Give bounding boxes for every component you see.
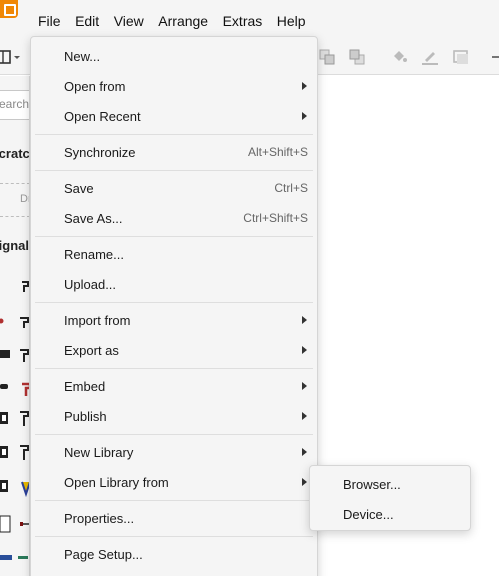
shape-thumbnail[interactable] bbox=[0, 410, 29, 428]
menu-separator bbox=[35, 170, 313, 171]
menu-item-label: Properties... bbox=[64, 510, 135, 526]
menu-item-rename[interactable]: Rename... bbox=[31, 239, 317, 269]
shape-thumbnail[interactable] bbox=[0, 316, 29, 330]
menu-edit[interactable]: Edit bbox=[75, 12, 99, 30]
menu-item-label: New Library bbox=[64, 444, 134, 460]
shadow-icon[interactable] bbox=[452, 48, 470, 66]
menu-item-label: Publish bbox=[64, 408, 107, 424]
menu-file[interactable]: File bbox=[38, 12, 61, 30]
menu-item-label: Rename... bbox=[64, 246, 124, 262]
search-box bbox=[0, 90, 29, 120]
menu-item-export-as[interactable]: Export as bbox=[31, 335, 317, 365]
menubar: File Edit View Arrange Extras Help bbox=[38, 12, 320, 30]
submenu-arrow-icon bbox=[302, 112, 307, 120]
view-panels-icon[interactable] bbox=[0, 48, 12, 66]
menu-item-label: New... bbox=[64, 48, 101, 64]
menu-item-label: Synchronize bbox=[64, 144, 136, 160]
shape-thumbnail[interactable] bbox=[0, 514, 29, 534]
submenu-arrow-icon bbox=[302, 346, 307, 354]
menu-separator bbox=[35, 536, 313, 537]
menu-item-properties[interactable]: Properties... bbox=[31, 503, 317, 533]
submenu-item-label: Device... bbox=[343, 506, 394, 522]
menu-item-save-as[interactable]: Save As... Ctrl+Shift+S bbox=[31, 203, 317, 233]
shape-thumbnail[interactable] bbox=[0, 380, 29, 396]
submenu-arrow-icon bbox=[302, 316, 307, 324]
shape-thumbnail[interactable] bbox=[0, 478, 29, 498]
to-front-icon[interactable] bbox=[318, 48, 336, 66]
menu-item-open-recent[interactable]: Open Recent bbox=[31, 101, 317, 131]
menu-item-shortcut: Alt+Shift+S bbox=[247, 145, 308, 159]
file-menu: New... Open from Open Recent Synchronize Alt… bbox=[30, 36, 318, 576]
menu-item-open-library-from[interactable]: Open Library from bbox=[31, 467, 317, 497]
menu-separator bbox=[35, 434, 313, 435]
submenu-item-browser[interactable]: Browser... bbox=[310, 469, 470, 499]
menu-item-label: Save bbox=[64, 180, 94, 196]
menu-arrange[interactable]: Arrange bbox=[158, 12, 208, 30]
scratchpad-drop-area[interactable]: Drag elements here bbox=[0, 183, 29, 217]
shape-sidebar: Scratchpad Drag elements here Signaling bbox=[0, 76, 30, 576]
menu-item-label: Upload... bbox=[64, 276, 117, 292]
menu-item-label: Embed bbox=[64, 378, 106, 394]
menu-item-shortcut: Ctrl+Shift+S bbox=[243, 211, 308, 225]
menu-item-embed[interactable]: Embed bbox=[31, 371, 317, 401]
menu-item-label: Open Library from bbox=[64, 474, 169, 490]
menu-separator bbox=[35, 134, 313, 135]
menu-view[interactable]: View bbox=[114, 12, 144, 30]
open-library-from-submenu: Browser... Device... bbox=[309, 465, 471, 531]
menu-separator bbox=[35, 500, 313, 501]
menu-item-upload[interactable]: Upload... bbox=[31, 269, 317, 299]
menu-extras[interactable]: Extras bbox=[223, 12, 263, 30]
drag-hint: Drag elements here bbox=[20, 193, 29, 205]
menu-item-new[interactable]: New... bbox=[31, 41, 317, 71]
submenu-item-device[interactable]: Device... bbox=[310, 499, 470, 529]
menu-item-import-from[interactable]: Import from bbox=[31, 305, 317, 335]
add-icon[interactable] bbox=[488, 48, 499, 66]
menu-item-label: Save As... bbox=[64, 210, 123, 226]
menu-item-page-setup[interactable]: Page Setup... bbox=[31, 539, 317, 569]
menu-item-label: Open Recent bbox=[64, 108, 141, 124]
drawio-logo-icon bbox=[0, 0, 18, 18]
menu-separator bbox=[35, 236, 313, 237]
scratchpad-label[interactable]: Scratchpad bbox=[0, 146, 29, 161]
to-back-icon[interactable] bbox=[348, 48, 366, 66]
shape-thumbnail[interactable] bbox=[0, 550, 29, 560]
submenu-arrow-icon bbox=[302, 448, 307, 456]
line-color-icon[interactable] bbox=[421, 48, 439, 66]
menu-separator bbox=[35, 302, 313, 303]
submenu-arrow-icon bbox=[302, 412, 307, 420]
menu-item-synchronize[interactable]: Synchronize Alt+Shift+S bbox=[31, 137, 317, 167]
chevron-down-icon[interactable] bbox=[12, 48, 22, 66]
menu-item-label: Open from bbox=[64, 78, 126, 94]
menu-item-label: Page Setup... bbox=[64, 546, 143, 562]
menu-item-label: Import from bbox=[64, 312, 131, 328]
submenu-arrow-icon bbox=[302, 82, 307, 90]
search-shapes-input[interactable] bbox=[0, 97, 29, 111]
signaling-section-label[interactable]: Signaling bbox=[0, 238, 29, 253]
submenu-arrow-icon bbox=[302, 478, 307, 486]
shape-thumbnail[interactable] bbox=[0, 348, 29, 364]
menu-item-save[interactable]: Save Ctrl+S bbox=[31, 173, 317, 203]
menu-item-publish[interactable]: Publish bbox=[31, 401, 317, 431]
menu-item-label: Export as bbox=[64, 342, 119, 358]
menu-item-open-from[interactable]: Open from bbox=[31, 71, 317, 101]
menu-help[interactable]: Help bbox=[277, 12, 306, 30]
menu-item-shortcut: Ctrl+S bbox=[274, 181, 308, 195]
drawio-app: File Edit View Arrange Extras Help Searc… bbox=[0, 0, 499, 576]
fill-color-icon[interactable] bbox=[390, 48, 408, 66]
shape-thumbnail[interactable] bbox=[0, 444, 29, 462]
submenu-item-label: Browser... bbox=[343, 476, 401, 492]
shape-thumbnail[interactable] bbox=[20, 280, 29, 294]
menu-item-new-library[interactable]: New Library bbox=[31, 437, 317, 467]
submenu-arrow-icon bbox=[302, 382, 307, 390]
top-bar: File Edit View Arrange Extras Help bbox=[0, 0, 499, 40]
menu-separator bbox=[35, 368, 313, 369]
